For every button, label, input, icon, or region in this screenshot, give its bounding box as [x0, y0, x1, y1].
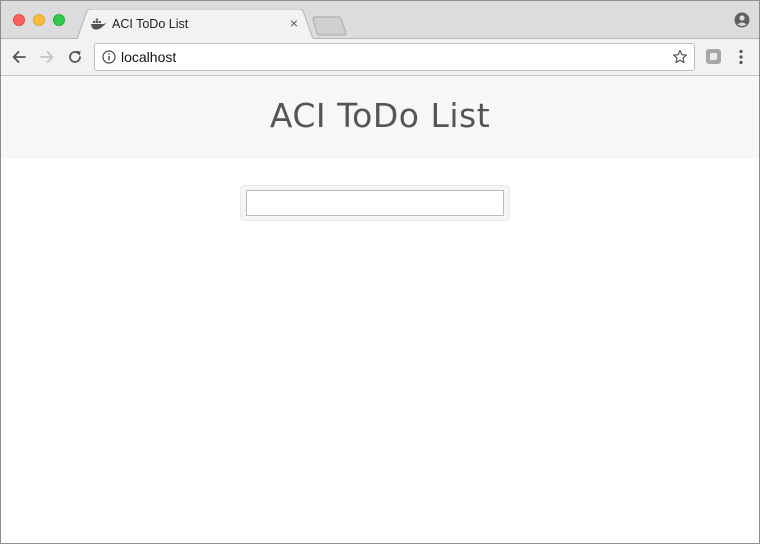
page-content: ACI ToDo List: [1, 76, 759, 543]
close-window-button[interactable]: [13, 14, 25, 26]
star-icon[interactable]: [672, 49, 688, 65]
extension-icon[interactable]: [705, 48, 722, 65]
minimize-window-button[interactable]: [33, 14, 45, 26]
page-title: ACI ToDo List: [269, 96, 491, 135]
tab-strip: ACI ToDo List ×: [1, 1, 759, 39]
docker-whale-icon: [90, 17, 106, 31]
todo-input[interactable]: [246, 190, 504, 216]
browser-window: ACI ToDo List × localhost ACI ToDo List: [0, 0, 760, 544]
reload-icon[interactable]: [65, 47, 85, 67]
tab-aci-todo-list[interactable]: ACI ToDo List ×: [77, 9, 315, 39]
kebab-menu-icon[interactable]: [736, 49, 746, 65]
zoom-window-button[interactable]: [53, 14, 65, 26]
address-bar[interactable]: localhost: [94, 43, 695, 71]
url-text[interactable]: localhost: [121, 49, 176, 65]
browser-toolbar: localhost: [1, 39, 759, 76]
new-tab-button[interactable]: [311, 16, 349, 36]
arrow-right-icon[interactable]: [37, 47, 57, 67]
close-tab-icon[interactable]: ×: [287, 16, 301, 30]
page-header: ACI ToDo List: [1, 76, 759, 159]
tab-title: ACI ToDo List: [112, 17, 189, 31]
info-icon[interactable]: [102, 50, 116, 64]
profile-icon[interactable]: [734, 12, 750, 28]
arrow-left-icon[interactable]: [9, 47, 29, 67]
todo-form: [240, 185, 510, 221]
